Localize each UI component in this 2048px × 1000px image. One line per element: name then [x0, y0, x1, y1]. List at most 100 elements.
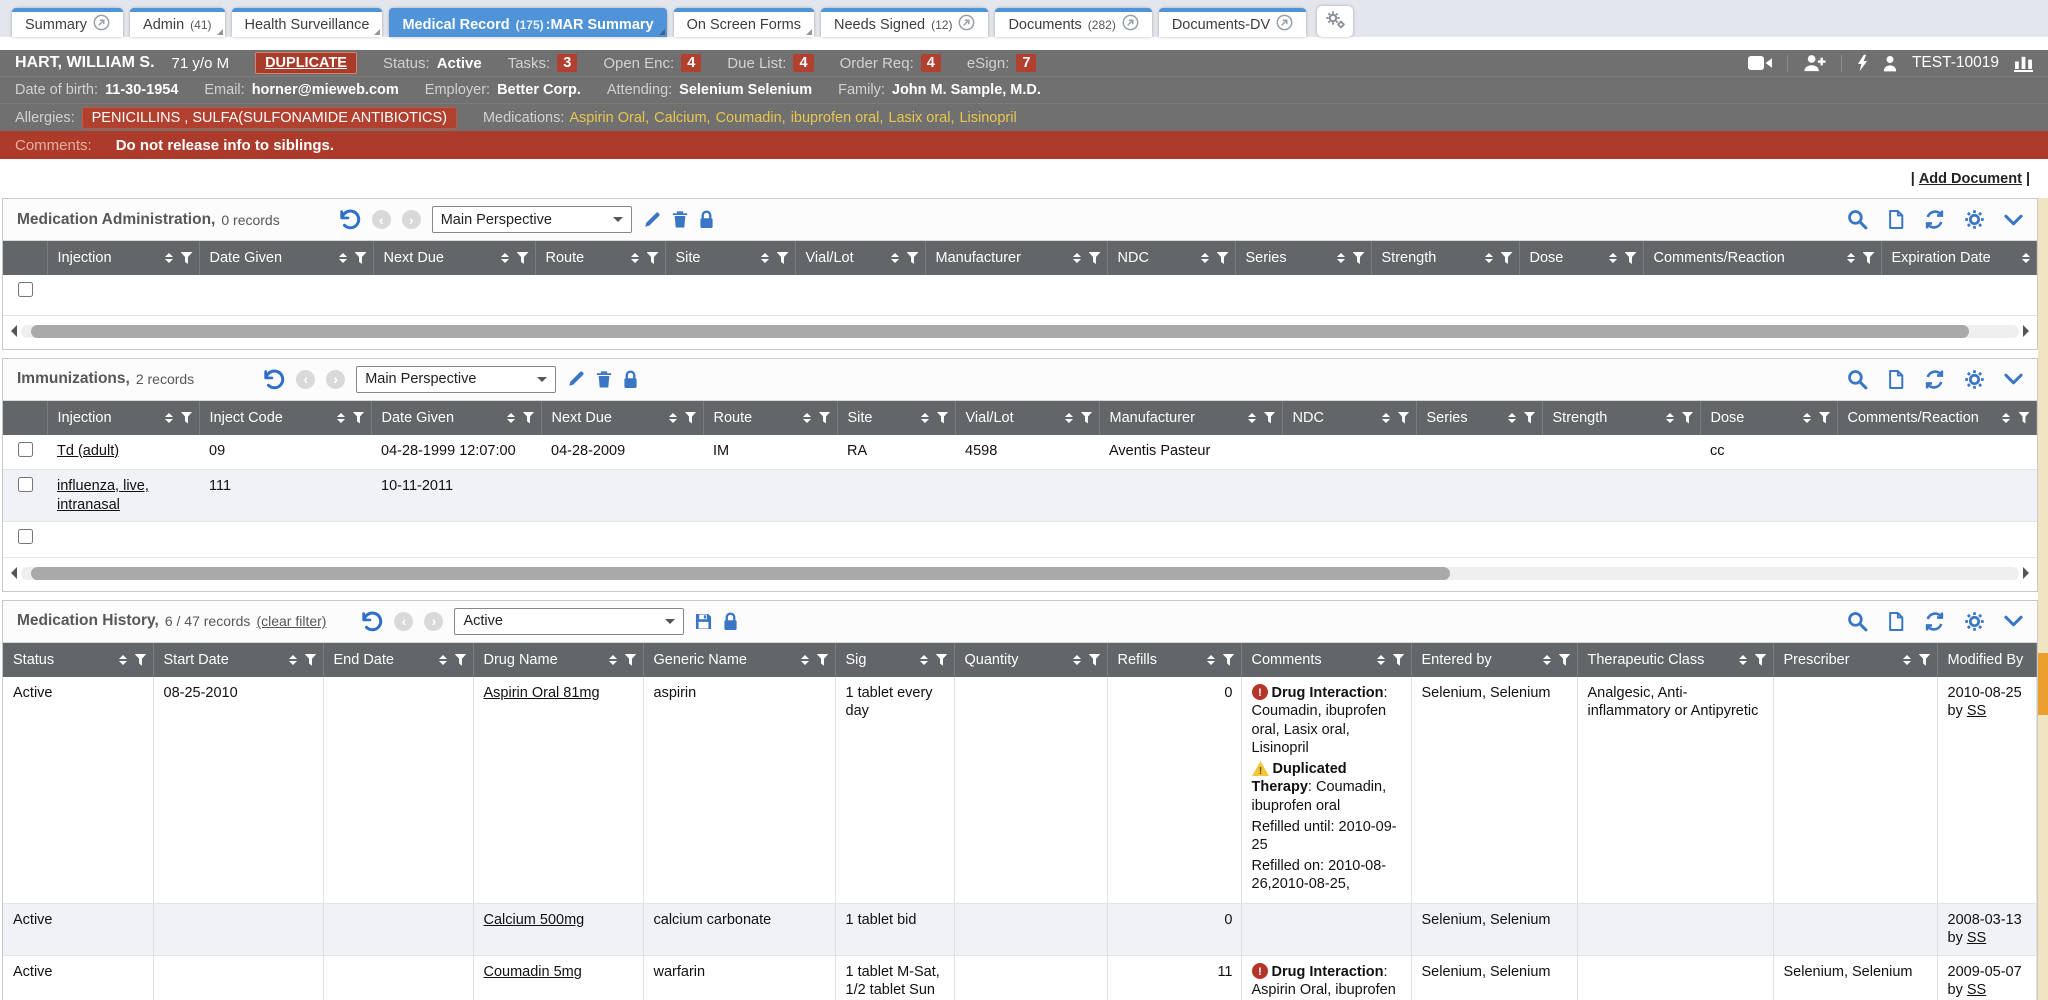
drug-name-link[interactable]: Coumadin 5mg [484, 964, 582, 980]
filter-icon[interactable] [1398, 412, 1410, 424]
column-injection[interactable]: Injection [47, 241, 199, 275]
open-enc-count-badge[interactable]: 4 [681, 54, 701, 72]
medication-link[interactable]: Calcium, [654, 110, 710, 126]
order-req-count-badge[interactable]: 4 [921, 54, 941, 72]
filter-icon[interactable] [937, 412, 949, 424]
filter-icon[interactable] [455, 654, 467, 666]
tab-needs-signed[interactable]: Needs Signed (12) [821, 8, 988, 37]
gear-icon[interactable] [1964, 611, 1985, 632]
select-all-checkbox[interactable] [3, 241, 47, 275]
column-strength[interactable]: Strength [1371, 241, 1519, 275]
clear-filter-link[interactable]: (clear filter) [256, 613, 326, 629]
filter-icon[interactable] [355, 252, 367, 264]
scrollbar-thumb[interactable] [31, 567, 1450, 580]
row-checkbox[interactable] [18, 477, 33, 492]
sort-icon[interactable] [289, 655, 297, 665]
search-icon[interactable] [1847, 611, 1868, 632]
tab-settings-button[interactable] [1317, 6, 1353, 37]
lightning-icon[interactable] [1857, 54, 1868, 72]
prev-perspective-icon[interactable]: ‹ [372, 210, 391, 229]
refresh-icon[interactable] [1924, 369, 1945, 390]
filter-icon[interactable] [936, 654, 948, 666]
filter-icon[interactable] [1819, 412, 1831, 424]
column-dose[interactable]: Dose [1519, 241, 1643, 275]
column-manufacturer[interactable]: Manufacturer [1099, 401, 1282, 435]
lock-icon[interactable] [723, 612, 738, 631]
filter-icon[interactable] [907, 252, 919, 264]
filter-icon[interactable] [1524, 412, 1536, 424]
column-quantity[interactable]: Quantity [954, 643, 1107, 677]
sort-icon[interactable] [1739, 655, 1747, 665]
column-ndc[interactable]: NDC [1107, 241, 1235, 275]
sort-icon[interactable] [339, 253, 347, 263]
refresh-icon[interactable] [1924, 209, 1945, 230]
gear-icon[interactable] [1964, 369, 1985, 390]
filter-icon[interactable] [647, 252, 659, 264]
sort-icon[interactable] [165, 253, 173, 263]
lock-icon[interactable] [699, 210, 714, 229]
search-icon[interactable] [1847, 209, 1868, 230]
collapse-chevron-icon[interactable] [2004, 214, 2023, 226]
column-site[interactable]: Site [837, 401, 955, 435]
column-vial-lot[interactable]: Vial/Lot [795, 241, 925, 275]
sort-icon[interactable] [1847, 253, 1855, 263]
filter-icon[interactable] [1264, 412, 1276, 424]
tab-on-screen-forms[interactable]: On Screen Forms [674, 8, 814, 37]
trash-icon[interactable] [672, 210, 688, 229]
save-icon[interactable] [695, 613, 712, 630]
column-strength[interactable]: Strength [1542, 401, 1700, 435]
column-entered-by[interactable]: Entered by [1411, 643, 1577, 677]
filter-icon[interactable] [517, 252, 529, 264]
medication-link[interactable]: Coumadin, [716, 110, 786, 126]
column-inject-code[interactable]: Inject Code [199, 401, 371, 435]
filter-icon[interactable] [1682, 412, 1694, 424]
filter-icon[interactable] [1501, 252, 1513, 264]
tasks-count-badge[interactable]: 3 [557, 54, 577, 72]
esign-count-badge[interactable]: 7 [1016, 54, 1036, 72]
column-ndc[interactable]: NDC [1282, 401, 1416, 435]
collapse-chevron-icon[interactable] [2004, 373, 2023, 385]
filter-icon[interactable] [135, 654, 147, 666]
sort-icon[interactable] [501, 253, 509, 263]
open-external-icon[interactable] [958, 14, 975, 35]
filter-icon[interactable] [1393, 654, 1405, 666]
new-document-icon[interactable] [1887, 369, 1905, 390]
column-modified-by[interactable]: Modified By [1937, 643, 2037, 677]
sort-icon[interactable] [507, 413, 515, 423]
vertical-scrollbar[interactable] [2038, 198, 2048, 1000]
next-perspective-icon[interactable]: › [402, 210, 421, 229]
drug-name-link[interactable]: Calcium 500mg [484, 912, 585, 928]
column-start-date[interactable]: Start Date [153, 643, 323, 677]
medication-link[interactable]: Aspirin Oral, [569, 110, 649, 126]
prev-filter-icon[interactable]: ‹ [394, 612, 413, 631]
column-route[interactable]: Route [703, 401, 837, 435]
sort-icon[interactable] [1201, 253, 1209, 263]
column-vial-lot[interactable]: Vial/Lot [955, 401, 1099, 435]
column-end-date[interactable]: End Date [323, 643, 473, 677]
column-site[interactable]: Site [665, 241, 795, 275]
sort-icon[interactable] [1666, 413, 1674, 423]
open-external-icon[interactable] [1276, 14, 1293, 35]
filter-icon[interactable] [1863, 252, 1875, 264]
next-filter-icon[interactable]: › [424, 612, 443, 631]
sort-icon[interactable] [1248, 413, 1256, 423]
sort-icon[interactable] [1609, 253, 1617, 263]
bar-chart-icon[interactable] [2014, 54, 2033, 72]
vertical-scrollbar-thumb[interactable] [2038, 653, 2048, 715]
lock-icon[interactable] [623, 370, 638, 389]
sort-icon[interactable] [337, 413, 345, 423]
next-perspective-icon[interactable]: › [326, 370, 345, 389]
collapse-chevron-icon[interactable] [2004, 615, 2023, 627]
column-comments-reaction[interactable]: Comments/Reaction [1837, 401, 2037, 435]
filter-icon[interactable] [1919, 654, 1931, 666]
column-comments[interactable]: Comments [1241, 643, 1411, 677]
filter-icon[interactable] [777, 252, 789, 264]
row-checkbox[interactable] [18, 442, 33, 457]
filter-icon[interactable] [2018, 412, 2030, 424]
status-filter-select[interactable]: Active [454, 608, 684, 635]
column-refills[interactable]: Refills [1107, 643, 1241, 677]
filter-icon[interactable] [819, 412, 831, 424]
sort-icon[interactable] [119, 655, 127, 665]
sort-icon[interactable] [761, 253, 769, 263]
sort-icon[interactable] [2002, 413, 2010, 423]
